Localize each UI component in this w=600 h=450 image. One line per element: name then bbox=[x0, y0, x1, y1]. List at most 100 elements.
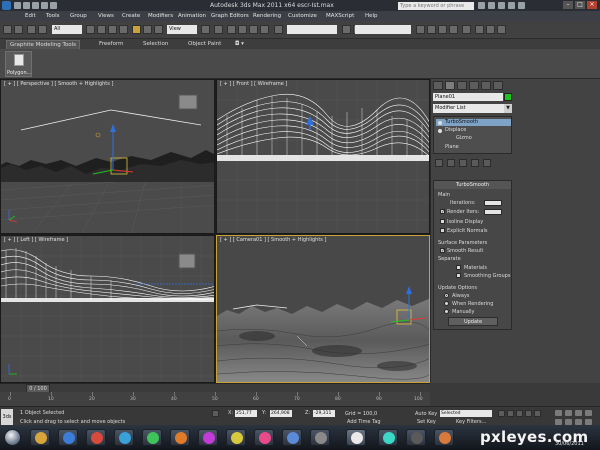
render-production-icon[interactable] bbox=[497, 25, 506, 34]
motion-tab-icon[interactable] bbox=[469, 81, 479, 90]
redo-icon[interactable] bbox=[14, 25, 23, 34]
taskbar-app-settings[interactable] bbox=[310, 429, 330, 446]
taskbar-app-media[interactable] bbox=[86, 429, 106, 446]
manually-radio[interactable] bbox=[444, 309, 449, 314]
lightbulb-icon[interactable] bbox=[438, 128, 442, 133]
key-mode-dropdown[interactable]: Selected bbox=[440, 410, 492, 417]
display-tab-icon[interactable] bbox=[481, 81, 491, 90]
percent-snap-icon[interactable] bbox=[249, 25, 258, 34]
taskbar-app-terminal[interactable] bbox=[406, 429, 426, 446]
menu-rendering[interactable]: Rendering bbox=[253, 13, 281, 19]
communication-center-icon[interactable] bbox=[498, 2, 505, 9]
start-orb-icon[interactable] bbox=[4, 429, 21, 446]
zoom-extents-icon[interactable] bbox=[575, 410, 582, 416]
go-to-start-icon[interactable] bbox=[498, 410, 505, 417]
snaps-toggle-icon[interactable] bbox=[227, 25, 236, 34]
play-icon[interactable] bbox=[516, 410, 523, 417]
rollout-title[interactable]: TurboSmooth bbox=[434, 181, 511, 189]
spinner-snap-icon[interactable] bbox=[260, 25, 269, 34]
update-button[interactable]: Update bbox=[448, 317, 498, 326]
menu-help[interactable]: Help bbox=[365, 13, 378, 19]
menu-views[interactable]: Views bbox=[98, 13, 114, 19]
menu-graph-editors[interactable]: Graph Editors bbox=[211, 13, 249, 19]
smoothing-groups-checkbox[interactable] bbox=[456, 273, 461, 278]
rendered-frame-window-icon[interactable] bbox=[486, 25, 495, 34]
reference-coordinate-dropdown[interactable]: View bbox=[167, 25, 197, 34]
previous-frame-icon[interactable] bbox=[507, 410, 514, 417]
taskbar-app-tools[interactable] bbox=[434, 429, 454, 446]
menu-edit[interactable]: Edit bbox=[25, 13, 36, 19]
undo-icon[interactable] bbox=[3, 25, 12, 34]
tab-graphite-modeling-tools[interactable]: Graphite Modeling Tools bbox=[6, 40, 81, 49]
ribbon-options-icon[interactable]: ◘ ▾ bbox=[232, 40, 247, 49]
undo-icon[interactable] bbox=[41, 2, 48, 9]
utilities-hammer-icon[interactable] bbox=[493, 81, 503, 90]
when-rendering-radio[interactable] bbox=[444, 301, 449, 306]
selection-filter-dropdown[interactable]: All bbox=[52, 25, 82, 34]
track-bar[interactable]: 0 10 20 30 40 50 60 70 80 90 100 bbox=[0, 392, 430, 406]
taskbar-app-explorer[interactable] bbox=[30, 429, 50, 446]
select-object-icon[interactable] bbox=[86, 25, 95, 34]
redo-icon[interactable] bbox=[50, 2, 57, 9]
move-icon[interactable] bbox=[132, 25, 141, 34]
save-file-icon[interactable] bbox=[32, 2, 39, 9]
go-to-end-icon[interactable] bbox=[534, 410, 541, 417]
smooth-result-checkbox[interactable]: ✓ bbox=[440, 248, 445, 254]
viewport-label-perspective[interactable]: [ + ] [ Perspective ] [ Smooth + Highlig… bbox=[4, 81, 113, 87]
viewport-label-left[interactable]: [ + ] [ Left ] [ Wireframe ] bbox=[4, 237, 68, 243]
help-icon[interactable] bbox=[518, 2, 525, 9]
tab-freeform[interactable]: Freeform bbox=[96, 40, 127, 49]
menu-customize[interactable]: Customize bbox=[288, 13, 317, 19]
tab-selection[interactable]: Selection bbox=[140, 40, 171, 49]
taskbar-app-paint[interactable] bbox=[378, 429, 398, 446]
menu-animation[interactable]: Animation bbox=[178, 13, 206, 19]
always-radio[interactable] bbox=[444, 293, 449, 298]
schematic-view-icon[interactable] bbox=[449, 25, 458, 34]
maximize-button[interactable]: □ bbox=[575, 1, 585, 9]
material-editor-icon[interactable] bbox=[462, 25, 471, 34]
new-file-icon[interactable] bbox=[14, 2, 21, 9]
lightbulb-icon[interactable] bbox=[438, 120, 442, 125]
z-coord-field[interactable]: -29,311 bbox=[313, 410, 335, 417]
y-coord-field[interactable]: 264,908 bbox=[270, 410, 292, 417]
menu-group[interactable]: Group bbox=[70, 13, 87, 19]
stack-item-turbosmooth[interactable]: TurboSmooth bbox=[436, 119, 511, 126]
render-iters-checkbox[interactable]: ✓ bbox=[440, 209, 445, 215]
edit-named-selection-icon[interactable] bbox=[274, 25, 283, 34]
remove-modifier-icon[interactable] bbox=[471, 159, 479, 167]
stack-item-plane[interactable]: Plane bbox=[436, 144, 459, 151]
object-color-swatch[interactable] bbox=[504, 93, 512, 101]
mirror-icon[interactable] bbox=[342, 25, 351, 34]
lock-selection-icon[interactable] bbox=[212, 410, 219, 417]
object-name-input[interactable]: Plane01 bbox=[433, 93, 503, 101]
taskbar-app-music[interactable] bbox=[254, 429, 274, 446]
taskbar-app-player[interactable] bbox=[198, 429, 218, 446]
angle-snap-icon[interactable] bbox=[238, 25, 247, 34]
render-iters-spinner[interactable] bbox=[484, 209, 502, 215]
create-tab-icon[interactable] bbox=[433, 81, 443, 90]
next-frame-icon[interactable] bbox=[525, 410, 532, 417]
configure-modifier-sets-icon[interactable] bbox=[483, 159, 491, 167]
stack-item-displace[interactable]: Displace bbox=[436, 127, 511, 134]
menu-maxscript[interactable]: MAXScript bbox=[326, 13, 354, 19]
maxscript-listener-button[interactable]: 3ds bbox=[1, 409, 13, 425]
viewport-label-front[interactable]: [ + ] [ Front ] [ Wireframe ] bbox=[220, 81, 287, 87]
zoom-extents-all-icon[interactable] bbox=[585, 410, 592, 416]
isoline-display-checkbox[interactable] bbox=[440, 219, 445, 224]
link-icon[interactable] bbox=[27, 25, 36, 34]
taskbar-app-chrome[interactable] bbox=[142, 429, 162, 446]
viewport-left[interactable]: [ + ] [ Left ] [ Wireframe ] bbox=[0, 235, 215, 383]
viewport-label-camera[interactable]: [ + ] [ Camera01 ] [ Smooth + Highlights… bbox=[220, 237, 326, 243]
app-logo-icon[interactable] bbox=[2, 1, 11, 10]
taskbar-app-3dsmax[interactable] bbox=[346, 429, 366, 446]
tab-object-paint[interactable]: Object Paint bbox=[185, 40, 224, 49]
favorites-star-icon[interactable] bbox=[508, 2, 515, 9]
named-selection-sets-dropdown[interactable] bbox=[287, 25, 337, 34]
select-by-name-icon[interactable] bbox=[97, 25, 106, 34]
viewport-camera[interactable]: [ + ] [ Camera01 ] [ Smooth + Highlights… bbox=[216, 235, 430, 383]
pivot-center-icon[interactable] bbox=[201, 25, 210, 34]
modifier-list-dropdown[interactable]: Modifier List ▼ bbox=[433, 104, 512, 113]
render-setup-icon[interactable] bbox=[475, 25, 484, 34]
zoom-all-icon[interactable] bbox=[565, 410, 572, 416]
workspace-dropdown[interactable] bbox=[355, 25, 411, 34]
